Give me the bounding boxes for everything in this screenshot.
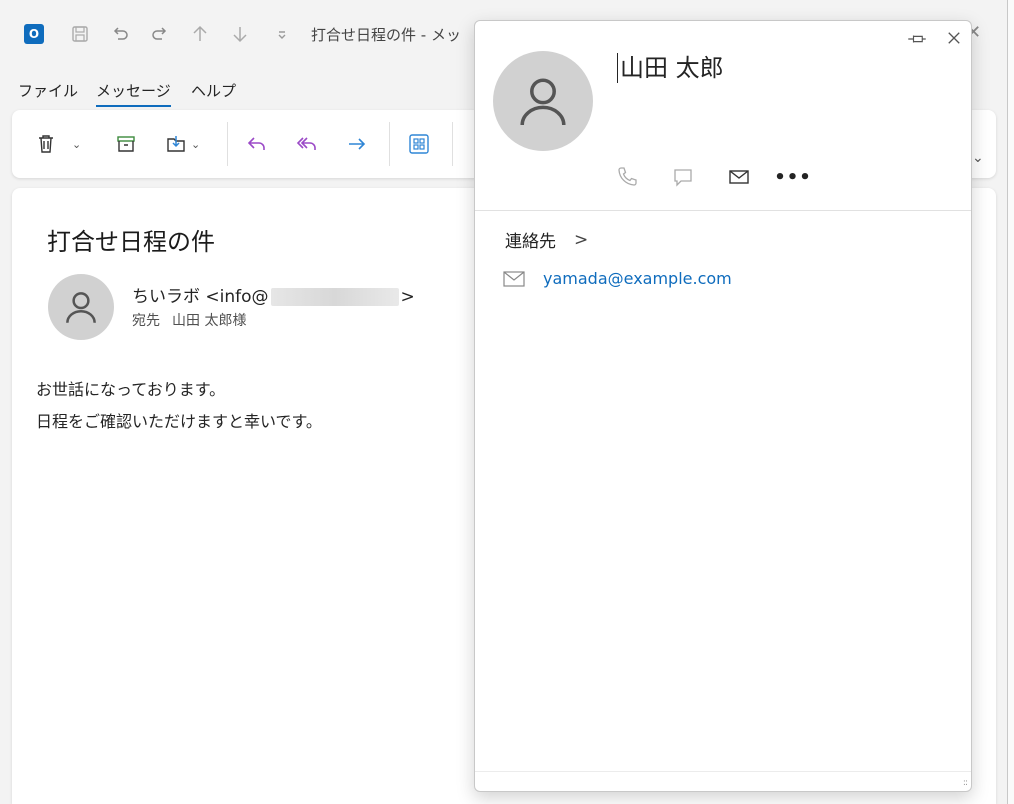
resize-grip-icon[interactable]: :: [963,778,968,788]
ribbon-divider [227,122,228,166]
body-line: お世話になっております。 [36,380,226,399]
card-divider [475,210,971,211]
body-line: 日程をご確認いただけますと幸いです。 [36,412,322,431]
reply-all-icon [296,137,316,150]
close-icon[interactable] [943,27,965,49]
to-label: 宛先 [132,313,160,329]
save-icon[interactable] [68,22,92,46]
outlook-logo: O [24,24,44,44]
customize-icon[interactable] [270,22,294,46]
mail-icon[interactable] [725,163,753,191]
delete-button[interactable]: ⌄ [34,130,81,158]
contact-name: 山田 太郎 [617,53,724,83]
person-icon [66,292,96,323]
undo-icon[interactable] [108,22,132,46]
down-icon[interactable] [228,22,252,46]
archive-icon [117,136,135,152]
ribbon-divider [389,122,390,166]
forward-icon [349,138,366,150]
email-link[interactable]: yamada@example.com [543,269,732,288]
person-icon [520,78,566,126]
delete-icon [39,135,53,153]
reply-icon [247,137,265,150]
window-title: 打合せ日程の件 - メッ [311,26,461,44]
menu-file[interactable]: ファイル [18,80,78,101]
apps-button[interactable] [407,130,431,158]
redacted-address [270,288,399,306]
sender-name[interactable]: ちいラボ <info@ > [132,282,415,307]
ribbon-divider [452,122,453,166]
chevron-right-icon: > [574,229,589,250]
phone-icon[interactable] [613,163,641,191]
contact-card: 山田 太郎 ••• 連絡先 > yamada@example.com :: [474,20,972,792]
more-icon[interactable]: ••• [774,163,811,191]
outlook-icon: O [22,22,46,46]
redo-icon[interactable] [148,22,172,46]
background-window-edge [1008,0,1014,804]
ribbon-expand-icon[interactable]: ⌄ [972,150,984,166]
more-dots: ••• [774,166,812,188]
recipient-name[interactable]: 山田 太郎様 [172,313,246,329]
contact-section-link[interactable]: 連絡先 > [505,227,589,253]
card-footer [475,771,971,772]
apps-icon [409,134,429,154]
sender-avatar[interactable] [48,274,114,340]
move-button[interactable]: ⌄ [164,130,200,158]
delete-caret-icon[interactable]: ⌄ [72,138,81,151]
contact-avatar [493,51,593,151]
sender-name-prefix: ちいラボ <info@ [132,287,269,307]
reply-all-button[interactable] [295,130,319,158]
message-subject: 打合せ日程の件 [47,228,215,256]
forward-button[interactable] [345,130,369,158]
email-row: yamada@example.com [503,269,732,288]
chat-icon[interactable] [669,163,697,191]
envelope-icon [503,270,525,287]
reply-button[interactable] [245,130,269,158]
move-caret-icon[interactable]: ⌄ [191,138,200,151]
contact-section-label: 連絡先 [505,232,556,252]
archive-button[interactable] [114,130,138,158]
move-icon [167,136,185,152]
menu-help[interactable]: ヘルプ [191,80,236,101]
message-body: お世話になっております。 日程をご確認いただけますと幸いです。 [36,374,322,438]
up-icon[interactable] [188,22,212,46]
recipient-line: 宛先 山田 太郎様 [132,310,246,330]
pin-icon[interactable] [905,29,929,49]
sender-name-suffix: > [400,287,415,307]
menu-message[interactable]: メッセージ [96,80,171,107]
